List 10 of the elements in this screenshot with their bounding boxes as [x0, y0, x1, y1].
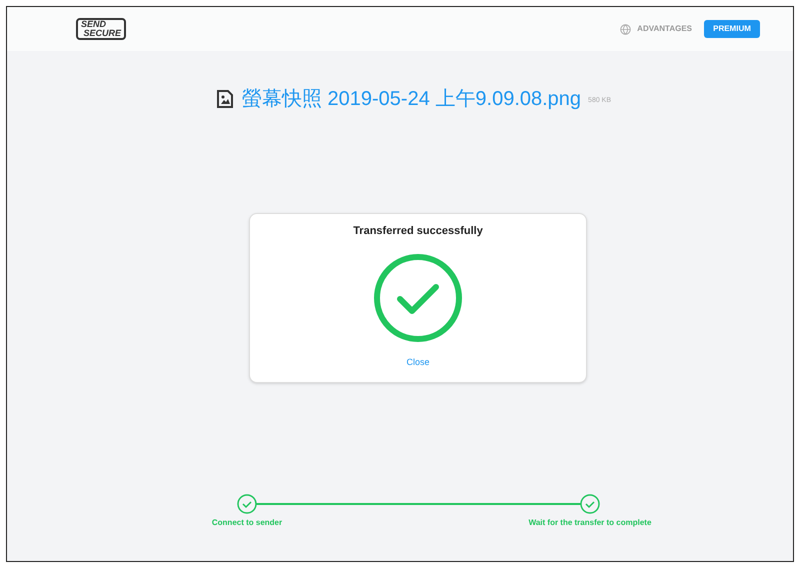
- step-label: Wait for the transfer to complete: [528, 517, 652, 529]
- globe-icon[interactable]: [620, 24, 632, 34]
- nav-link[interactable]: ADVANTAGES: [637, 23, 692, 35]
- file-name: 螢幕快照 2019-05-24 上午9.09.08.png: [242, 87, 582, 112]
- premium-button[interactable]: PREMIUM: [704, 20, 760, 38]
- image-file-icon: [216, 90, 233, 108]
- logo[interactable]: SEND SECURE: [76, 18, 126, 40]
- dialog-title: Transferred successfully: [353, 224, 483, 239]
- step-label: Connect to sender: [212, 517, 282, 529]
- close-link[interactable]: Close: [406, 356, 430, 369]
